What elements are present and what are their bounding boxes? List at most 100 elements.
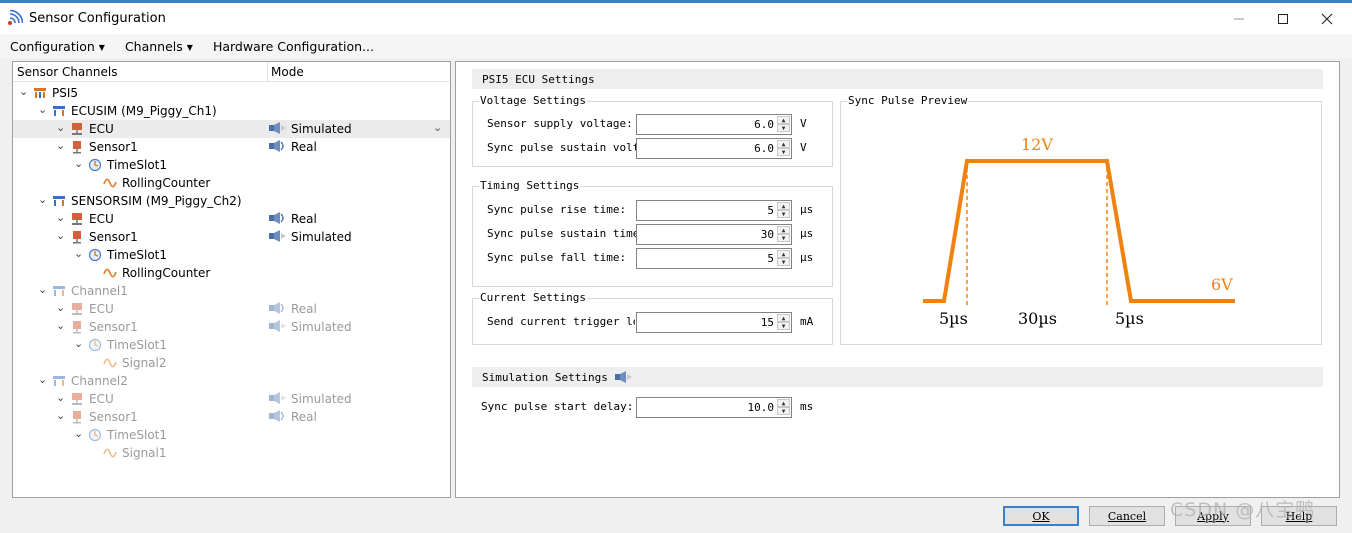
channel-icon (53, 106, 65, 116)
tree-item-sensor1[interactable]: ⌄ Sensor1 Simulated (13, 318, 450, 336)
mode-cell[interactable]: Real (269, 302, 317, 316)
mode-cell[interactable]: Real (269, 212, 317, 226)
column-divider[interactable] (267, 62, 268, 82)
mode-cell[interactable]: Real (269, 410, 317, 424)
spin-up-icon[interactable]: ▲ (777, 202, 790, 210)
spin-up-icon[interactable]: ▲ (777, 399, 790, 407)
tree-item-label: PSI5 (52, 86, 79, 100)
dropdown-arrow-icon: ▼ (186, 42, 193, 52)
tree-item-ecu[interactable]: ⌄ ECU Simulated ⌄ (13, 120, 450, 138)
tree-item-channel2[interactable]: ⌄ Channel2 (13, 372, 450, 390)
cancel-button-label: Cancel (1107, 509, 1147, 523)
simulated-mode-icon (269, 122, 286, 134)
tree-item-sensorsim-m9-piggy-ch2[interactable]: ⌄ SENSORSIM (M9_Piggy_Ch2) (13, 192, 450, 210)
tree-item-ecu[interactable]: ⌄ ECU Real (13, 210, 450, 228)
mode-cell[interactable]: Simulated (269, 392, 352, 406)
tree-item-sensor1[interactable]: ⌄ Sensor1 Real (13, 408, 450, 426)
expand-chevron-icon[interactable]: ⌄ (74, 337, 83, 350)
psi5-icon (34, 88, 46, 98)
spin-down-icon[interactable]: ▼ (777, 148, 790, 156)
spin-down-icon[interactable]: ▼ (777, 234, 790, 242)
rise-time-spinbox[interactable]: 5 ▲ ▼ (636, 200, 792, 221)
tree-item-timeslot1[interactable]: ⌄ TimeSlot1 (13, 426, 450, 444)
fall-time-spinbox[interactable]: 5 ▲ ▼ (636, 248, 792, 269)
fall-time-annotation: 5µs (1115, 309, 1144, 328)
channel-icon (53, 376, 65, 386)
spin-up-icon[interactable]: ▲ (777, 250, 790, 258)
spin-down-icon[interactable]: ▼ (777, 124, 790, 132)
ok-button[interactable]: OK (1003, 506, 1079, 526)
spin-down-icon[interactable]: ▼ (777, 210, 790, 218)
supply-voltage-spinbox[interactable]: 6.0 ▲ ▼ (636, 114, 792, 135)
menu-hardware-configuration[interactable]: Hardware Configuration... (208, 37, 379, 56)
spin-up-icon[interactable]: ▲ (777, 140, 790, 148)
trigger-level-spinbox[interactable]: 15 ▲ ▼ (636, 312, 792, 333)
expand-chevron-icon[interactable]: ⌄ (56, 121, 65, 134)
expand-chevron-icon[interactable]: ⌄ (74, 427, 83, 440)
spin-up-icon[interactable]: ▲ (777, 226, 790, 234)
col-header-mode[interactable]: Mode (271, 65, 304, 79)
sustain-time-spinbox[interactable]: 30 ▲ ▼ (636, 224, 792, 245)
tree-item-timeslot1[interactable]: ⌄ TimeSlot1 (13, 156, 450, 174)
tree-item-label: TimeSlot1 (107, 248, 167, 262)
mode-cell[interactable]: Simulated (269, 320, 352, 334)
menu-channels[interactable]: Channels ▼ (120, 37, 198, 56)
spin-up-icon[interactable]: ▲ (777, 116, 790, 124)
cancel-button[interactable]: Cancel (1089, 506, 1165, 526)
expand-chevron-icon[interactable]: ⌄ (56, 139, 65, 152)
menu-configuration[interactable]: Configuration ▼ (5, 37, 110, 56)
start-delay-label: Sync pulse start delay: (481, 400, 634, 413)
expand-chevron-icon[interactable]: ⌄ (74, 247, 83, 260)
expand-chevron-icon[interactable]: ⌄ (38, 283, 47, 296)
expand-chevron-icon[interactable]: ⌄ (56, 229, 65, 242)
expand-chevron-icon[interactable]: ⌄ (56, 319, 65, 332)
sustain-voltage-value: 6.0 (754, 142, 774, 155)
expand-chevron-icon[interactable]: ⌄ (56, 211, 65, 224)
sustain-voltage-spinbox[interactable]: 6.0 ▲ ▼ (636, 138, 792, 159)
mode-cell[interactable]: Real (269, 140, 317, 154)
tree-item-rollingcounter[interactable]: RollingCounter (13, 264, 450, 282)
tree-item-channel1[interactable]: ⌄ Channel1 (13, 282, 450, 300)
chevron-down-icon[interactable]: ⌄ (433, 121, 442, 134)
col-header-sensor-channels[interactable]: Sensor Channels (17, 65, 117, 79)
expand-chevron-icon[interactable]: ⌄ (38, 103, 47, 116)
tree-item-signal1[interactable]: Signal1 (13, 444, 450, 462)
expand-chevron-icon[interactable]: ⌄ (56, 301, 65, 314)
real-mode-icon (269, 140, 284, 152)
rise-time-value: 5 (767, 204, 774, 217)
mode-cell[interactable]: Simulated (269, 230, 352, 244)
tree-item-psi5[interactable]: ⌄ PSI5 (13, 84, 450, 102)
simulated-mode-icon (269, 230, 286, 242)
maximize-button[interactable] (1261, 5, 1305, 33)
spin-down-icon[interactable]: ▼ (777, 258, 790, 266)
tree-item-sensor1[interactable]: ⌄ Sensor1 Simulated (13, 228, 450, 246)
channel-icon (53, 196, 65, 206)
expand-chevron-icon[interactable]: ⌄ (19, 85, 28, 98)
spin-down-icon[interactable]: ▼ (777, 407, 790, 415)
spin-up-icon[interactable]: ▲ (777, 314, 790, 322)
tree-item-ecusim-m9-piggy-ch1[interactable]: ⌄ ECUSIM (M9_Piggy_Ch1) (13, 102, 450, 120)
tree-item-rollingcounter[interactable]: RollingCounter (13, 174, 450, 192)
fall-time-label: Sync pulse fall time: (487, 251, 627, 264)
tree-item-ecu[interactable]: ⌄ ECU Simulated (13, 390, 450, 408)
minimize-button[interactable] (1217, 5, 1261, 33)
tree-item-timeslot1[interactable]: ⌄ TimeSlot1 (13, 246, 450, 264)
expand-chevron-icon[interactable]: ⌄ (74, 157, 83, 170)
tree-item-ecu[interactable]: ⌄ ECU Real (13, 300, 450, 318)
tree-item-sensor1[interactable]: ⌄ Sensor1 Real (13, 138, 450, 156)
close-button[interactable] (1305, 5, 1349, 33)
expand-chevron-icon[interactable]: ⌄ (38, 193, 47, 206)
title-bar: Sensor Configuration (0, 0, 1352, 34)
spin-down-icon[interactable]: ▼ (777, 322, 790, 330)
mode-cell[interactable]: Simulated (269, 122, 352, 136)
psi5-ecu-settings-header: PSI5 ECU Settings (472, 69, 1323, 89)
mode-value: Real (291, 212, 317, 226)
tree-item-signal2[interactable]: Signal2 (13, 354, 450, 372)
simulation-settings-header: Simulation Settings (472, 367, 1323, 387)
ecu-icon (72, 123, 82, 135)
expand-chevron-icon[interactable]: ⌄ (56, 391, 65, 404)
start-delay-spinbox[interactable]: 10.0 ▲ ▼ (636, 397, 792, 418)
tree-item-timeslot1[interactable]: ⌄ TimeSlot1 (13, 336, 450, 354)
expand-chevron-icon[interactable]: ⌄ (38, 373, 47, 386)
expand-chevron-icon[interactable]: ⌄ (56, 409, 65, 422)
